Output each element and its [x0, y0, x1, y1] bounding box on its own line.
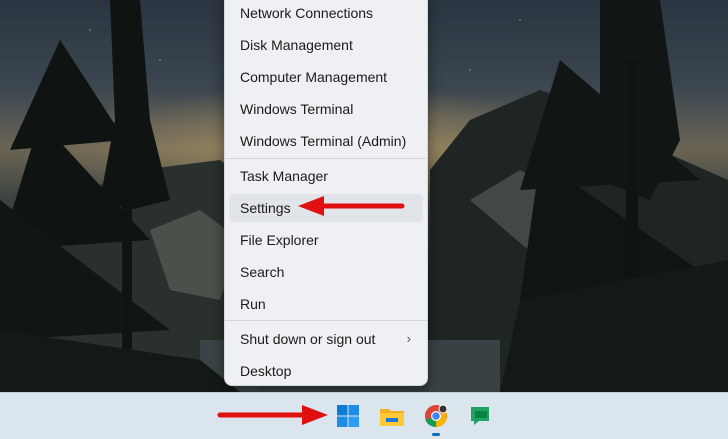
menu-item-disk-management[interactable]: Disk Management: [229, 31, 423, 59]
menu-item-search[interactable]: Search: [229, 258, 423, 286]
menu-item-computer-management[interactable]: Computer Management: [229, 63, 423, 91]
menu-item-shut-down-or-sign-out[interactable]: Shut down or sign out ›: [229, 325, 423, 353]
menu-item-run[interactable]: Run: [229, 290, 423, 318]
windows-start-icon[interactable]: [333, 401, 363, 431]
chrome-icon[interactable]: [421, 401, 451, 431]
menu-item-label: Shut down or sign out: [240, 331, 376, 347]
menu-item-windows-terminal-admin[interactable]: Windows Terminal (Admin): [229, 127, 423, 155]
chevron-right-icon: ›: [406, 331, 411, 346]
annotation-arrow-start: [217, 405, 328, 425]
google-chat-icon[interactable]: [465, 401, 495, 431]
menu-separator: [225, 158, 427, 159]
menu-item-file-explorer[interactable]: File Explorer: [229, 226, 423, 254]
menu-item-desktop[interactable]: Desktop: [229, 357, 423, 385]
menu-item-network-connections[interactable]: Network Connections: [229, 0, 423, 27]
file-explorer-icon[interactable]: [377, 401, 407, 431]
annotation-arrow-settings: [298, 196, 405, 216]
menu-item-task-manager[interactable]: Task Manager: [229, 162, 423, 190]
menu-separator: [225, 320, 427, 321]
taskbar: [0, 392, 728, 439]
menu-item-windows-terminal[interactable]: Windows Terminal: [229, 95, 423, 123]
running-indicator: [432, 433, 440, 436]
